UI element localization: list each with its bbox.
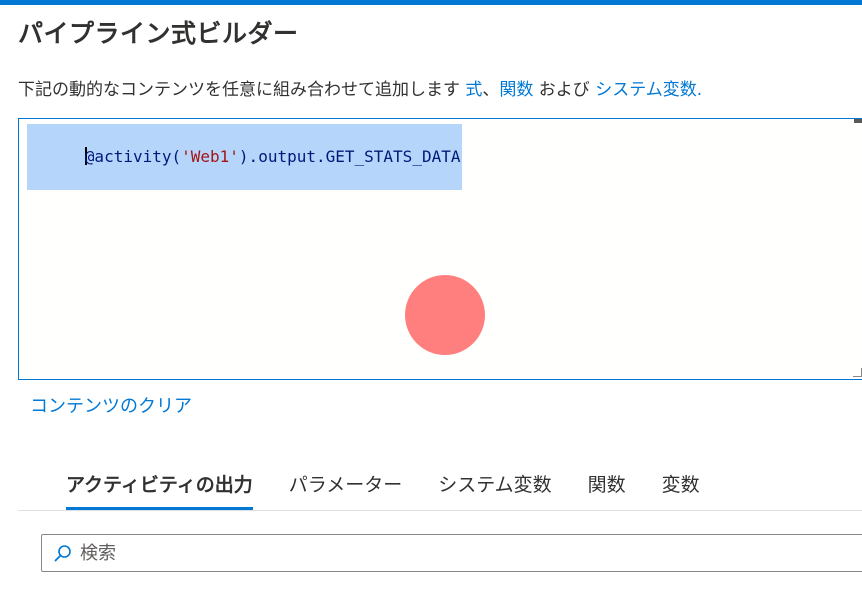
resize-handle-icon[interactable] (853, 368, 862, 377)
description-middle: および (533, 80, 596, 100)
code-token-activity: @activity( (84, 147, 182, 166)
top-accent-bar (0, 0, 862, 5)
click-marker (405, 275, 485, 355)
tab-system-variables[interactable]: システム変数 (438, 470, 551, 510)
editor-scrollbar[interactable] (854, 119, 862, 123)
search-icon (54, 545, 71, 562)
page-title: パイプライン式ビルダー (18, 19, 299, 48)
description-text: 下記の動的なコンテンツを任意に組み合わせて追加します 式、関数 および システム… (18, 75, 702, 100)
functions-link[interactable]: 関数 (499, 80, 533, 100)
expressions-link[interactable]: 式 (465, 80, 482, 100)
description-separator: 、 (482, 80, 500, 100)
tab-functions[interactable]: 関数 (588, 470, 626, 510)
description-suffix: . (696, 80, 703, 100)
system-variables-link[interactable]: システム変数 (595, 80, 697, 100)
expression-builder-panel: パイプライン式ビルダー 下記の動的なコンテンツを任意に組み合わせて追加します 式… (0, 0, 862, 604)
tab-activity-outputs[interactable]: アクティビティの出力 (66, 470, 253, 510)
expression-code-line[interactable]: @activity('Web1').output.GET_STATS_DATA (27, 124, 463, 190)
category-tabs: アクティビティの出力 パラメーター システム変数 関数 変数 (66, 470, 736, 510)
code-token-output: ).output.GET_STATS_DATA (238, 147, 461, 166)
description-prefix: 下記の動的なコンテンツを任意に組み合わせて追加します (18, 80, 466, 100)
clear-content-link[interactable]: コンテンツのクリア (30, 392, 192, 418)
tab-variables[interactable]: 変数 (662, 470, 700, 510)
code-token-string: 'Web1' (181, 147, 239, 166)
search-box[interactable] (41, 534, 862, 572)
tab-parameters[interactable]: パラメーター (289, 470, 402, 510)
tabs-divider (18, 510, 862, 511)
search-input[interactable] (80, 535, 780, 571)
